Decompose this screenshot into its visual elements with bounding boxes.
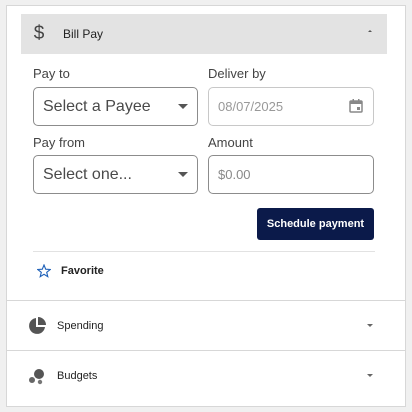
pay-to-select[interactable]: Select a Payee — [33, 87, 198, 126]
chevron-down-icon — [367, 323, 373, 327]
pay-to-label: Pay to — [33, 66, 70, 81]
pie-chart-icon — [29, 316, 46, 334]
bill-pay-title: Bill Pay — [63, 27, 104, 41]
amount-placeholder: $0.00 — [218, 167, 251, 182]
pay-from-select[interactable]: Select one... — [33, 155, 198, 194]
spending-section-header[interactable]: Spending — [7, 300, 405, 350]
chevron-up-icon[interactable] — [365, 26, 375, 36]
deliver-by-value: 08/07/2025 — [218, 99, 284, 114]
bill-pay-header[interactable]: $ Bill Pay — [21, 14, 387, 54]
favorite-label: Favorite — [61, 265, 104, 277]
schedule-payment-button[interactable]: Schedule payment — [257, 208, 374, 240]
pay-to-value: Select a Payee — [43, 97, 151, 115]
deliver-by-date-field[interactable]: 08/07/2025 — [208, 87, 374, 126]
chevron-down-icon — [367, 373, 373, 377]
star-outline-icon — [37, 264, 51, 278]
budgets-label: Budgets — [57, 369, 98, 382]
chevron-down-icon — [178, 171, 188, 177]
divider — [33, 251, 375, 252]
bubbles-icon — [29, 368, 44, 384]
bill-pay-panel: $ Bill Pay Pay to Select a Payee Deliver… — [6, 5, 406, 407]
pay-from-value: Select one... — [43, 165, 132, 183]
amount-input[interactable]: $0.00 — [208, 155, 374, 194]
pay-from-label: Pay from — [33, 135, 86, 150]
calendar-icon[interactable] — [348, 98, 364, 114]
favorite-toggle[interactable]: Favorite — [37, 264, 104, 278]
amount-label: Amount — [208, 135, 253, 150]
chevron-down-icon — [178, 103, 188, 109]
spending-label: Spending — [57, 319, 104, 332]
deliver-by-label: Deliver by — [208, 66, 266, 81]
dollar-icon: $ — [33, 23, 45, 44]
budgets-section-header[interactable]: Budgets — [7, 350, 405, 400]
